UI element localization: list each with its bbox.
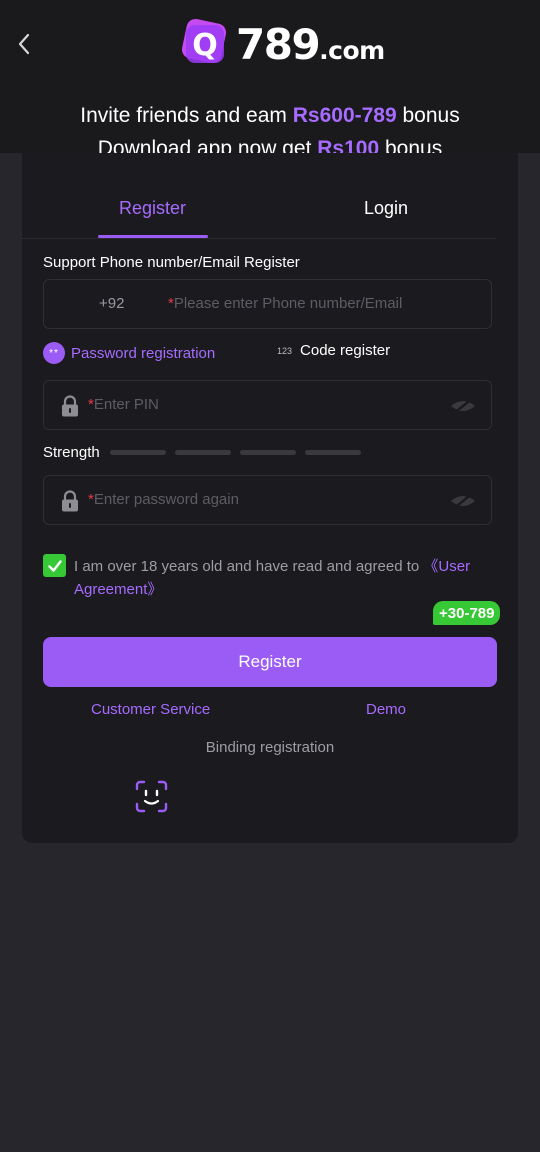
demo-link[interactable]: Demo [366,701,406,718]
tab-login[interactable]: Login [364,198,408,219]
logo-text: 789.com [236,19,385,69]
chevron-left-icon [18,33,30,55]
password-registration-option[interactable]: ** Password registration [43,342,215,364]
back-button[interactable] [10,30,38,58]
strength-label: Strength [43,444,100,461]
svg-text:Q: Q [192,28,218,63]
confirm-password-field[interactable]: *Enter password again [43,475,492,525]
strength-bar [110,450,166,455]
phone-email-field[interactable]: +92 *Please enter Phone number/Email [43,279,492,329]
promo-line-1: Invite friends and eam Rs600-789 bonus [80,104,460,127]
logo-mark: Q [181,18,227,64]
bonus-badge: +30-789 [433,601,501,625]
lock-icon [62,490,78,512]
auth-tabs: Register Login [22,190,496,239]
agreement-text: I am over 18 years old and have read and… [74,558,471,598]
checkmark-icon [47,559,62,572]
password-dots-icon: ** [43,342,65,364]
country-code[interactable]: +92 [99,295,124,312]
lock-icon [62,395,78,417]
code-register-option[interactable]: 123 Code register [277,342,390,359]
agree-checkbox[interactable] [43,554,66,577]
active-tab-indicator [98,235,208,238]
pin-field[interactable]: *Enter PIN [43,380,492,430]
strength-meter [110,450,361,455]
pin-placeholder: *Enter PIN [88,396,159,413]
binding-registration-label: Binding registration [205,739,335,756]
face-scan-icon[interactable] [135,780,168,813]
eye-off-icon[interactable] [449,491,477,511]
phone-email-placeholder: *Please enter Phone number/Email [168,295,403,312]
strength-bar [240,450,296,455]
support-label: Support Phone number/Email Register [43,254,300,271]
tab-register[interactable]: Register [119,198,186,219]
strength-bar [175,450,231,455]
registration-mode-row: ** Password registration 123 Code regist… [43,342,492,366]
register-button[interactable]: Register [43,637,497,687]
logo: Q 789.com [176,14,385,74]
confirm-password-placeholder: *Enter password again [88,491,239,508]
strength-bar [305,450,361,455]
eye-off-icon[interactable] [449,396,477,416]
numeric-icon: 123 [277,345,293,356]
customer-service-link[interactable]: Customer Service [91,701,210,718]
